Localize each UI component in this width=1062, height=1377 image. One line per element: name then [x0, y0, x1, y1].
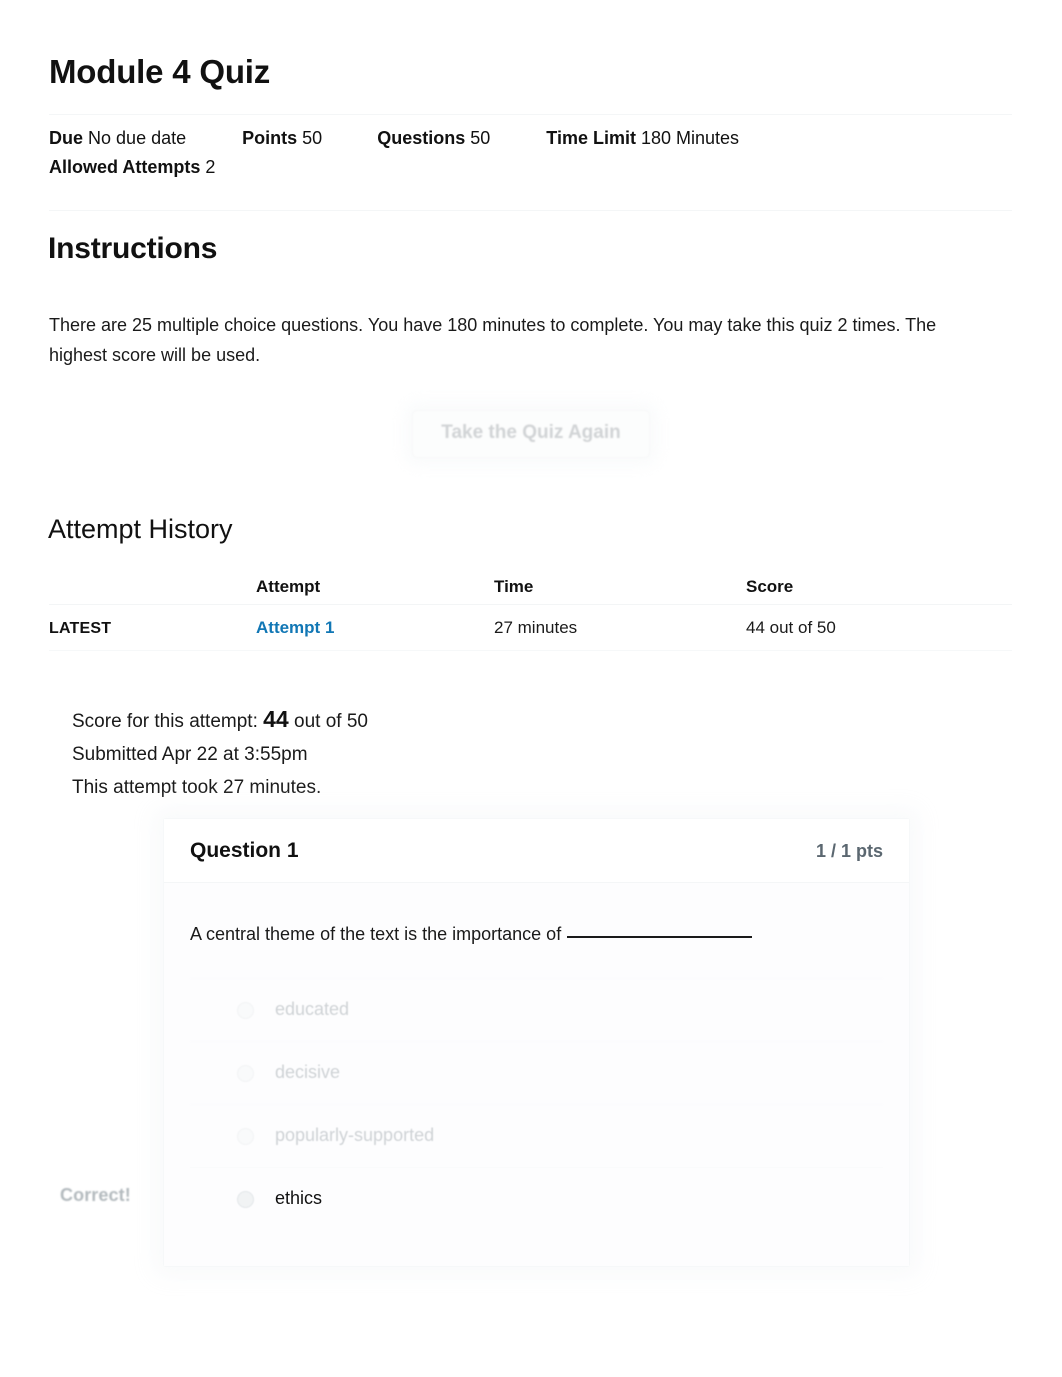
answer-option-4[interactable]: ethics: [190, 1167, 883, 1230]
radio-icon[interactable]: [237, 1127, 254, 1145]
column-header-attempt: Attempt: [256, 570, 494, 605]
instructions-heading: Instructions: [48, 232, 218, 265]
correct-answer-flag: Correct!: [60, 1185, 131, 1205]
question-name: Question 1: [190, 839, 299, 862]
detail-due-label: Due: [49, 128, 84, 148]
score-summary: Score for this attempt: 44 out of 50 Sub…: [72, 703, 368, 804]
column-header-time: Time: [494, 570, 746, 605]
question-container: Question 1 1 / 1 pts A central theme of …: [163, 818, 910, 1267]
answer-list: educated decisive popularly-supported et…: [190, 960, 883, 1266]
radio-icon[interactable]: [237, 1064, 254, 1082]
cell-kept: LATEST: [49, 604, 256, 651]
detail-due-value: No due date: [88, 128, 187, 148]
question-points: 1 / 1 pts: [815, 840, 883, 861]
cell-attempt: Attempt 1: [256, 604, 494, 651]
detail-questions-label: Questions: [377, 128, 466, 148]
question-text-content: A central theme of the text is the impor…: [190, 924, 562, 944]
answer-option-label: educated: [275, 999, 350, 1020]
attempt-history-heading: Attempt History: [48, 514, 233, 544]
score-value: 44: [263, 706, 289, 732]
detail-points-label: Points: [242, 128, 298, 148]
detail-due: Due No due date: [49, 128, 186, 149]
detail-time-limit-value: 180 Minutes: [640, 128, 740, 148]
detail-points-value: 50: [302, 128, 323, 148]
attempt-1-link[interactable]: Attempt 1: [256, 618, 334, 637]
detail-bottom-divider: [49, 210, 1012, 211]
detail-time-limit: Time Limit 180 Minutes: [546, 128, 739, 149]
detail-questions-value: 50: [470, 128, 491, 148]
column-header-score: Score: [746, 570, 1012, 605]
answer-option-label: popularly-supported: [275, 1125, 435, 1146]
cell-time: 27 minutes: [494, 604, 746, 651]
table-header-row: Attempt Time Score: [49, 570, 1012, 605]
column-header-kept: [49, 570, 256, 605]
detail-allowed-attempts-value: 2: [205, 157, 216, 177]
question-header: Question 1 1 / 1 pts: [164, 819, 909, 883]
radio-icon[interactable]: [237, 1001, 254, 1019]
score-suffix: out of 50: [294, 711, 368, 732]
take-quiz-again-button[interactable]: Take the Quiz Again: [412, 410, 650, 458]
quiz-details-row-1: Due No due date Points 50 Questions 50 T…: [49, 114, 1012, 149]
instructions-body: There are 25 multiple choice questions. …: [49, 315, 937, 365]
submitted-line: Submitted Apr 22 at 3:55pm: [72, 744, 308, 765]
attempt-history-table: Attempt Time Score LATEST Attempt 1 27 m…: [49, 570, 1012, 651]
cell-score: 44 out of 50: [746, 604, 1012, 651]
question-text: A central theme of the text is the impor…: [190, 921, 883, 960]
attempt-history-header: Attempt Time Score: [49, 570, 1012, 605]
detail-allowed-attempts-label: Allowed Attempts: [49, 157, 201, 177]
answer-option-2[interactable]: decisive: [190, 1041, 883, 1104]
retake-button-area: Take the Quiz Again: [0, 410, 1062, 458]
quiz-details: Due No due date Points 50 Questions 50 T…: [49, 114, 1012, 211]
quiz-results-page: Module 4 Quiz Due No due date Points 50 …: [0, 0, 1062, 1377]
answer-option-3[interactable]: popularly-supported: [190, 1104, 883, 1167]
answer-option-label: ethics: [275, 1188, 323, 1209]
detail-allowed-attempts: Allowed Attempts 2: [49, 157, 215, 178]
quiz-details-row-2: Allowed Attempts 2: [49, 149, 1012, 178]
fill-in-blank-rule: [567, 936, 753, 938]
radio-icon[interactable]: [237, 1190, 254, 1208]
question-body: A central theme of the text is the impor…: [164, 883, 909, 1266]
detail-questions: Questions 50: [377, 128, 490, 149]
answer-option-label: decisive: [275, 1062, 341, 1083]
latest-badge: LATEST: [49, 619, 112, 637]
detail-points: Points 50: [242, 128, 322, 149]
answer-option-1[interactable]: educated: [190, 978, 883, 1041]
attempt-history-body: LATEST Attempt 1 27 minutes 44 out of 50: [49, 604, 1012, 651]
detail-time-limit-label: Time Limit: [546, 128, 636, 148]
score-prefix: Score for this attempt:: [72, 711, 258, 732]
duration-line: This attempt took 27 minutes.: [72, 777, 322, 798]
page-title: Module 4 Quiz: [49, 53, 271, 90]
score-for-attempt-line: Score for this attempt: 44 out of 50: [72, 703, 368, 738]
table-row: LATEST Attempt 1 27 minutes 44 out of 50: [49, 604, 1012, 651]
